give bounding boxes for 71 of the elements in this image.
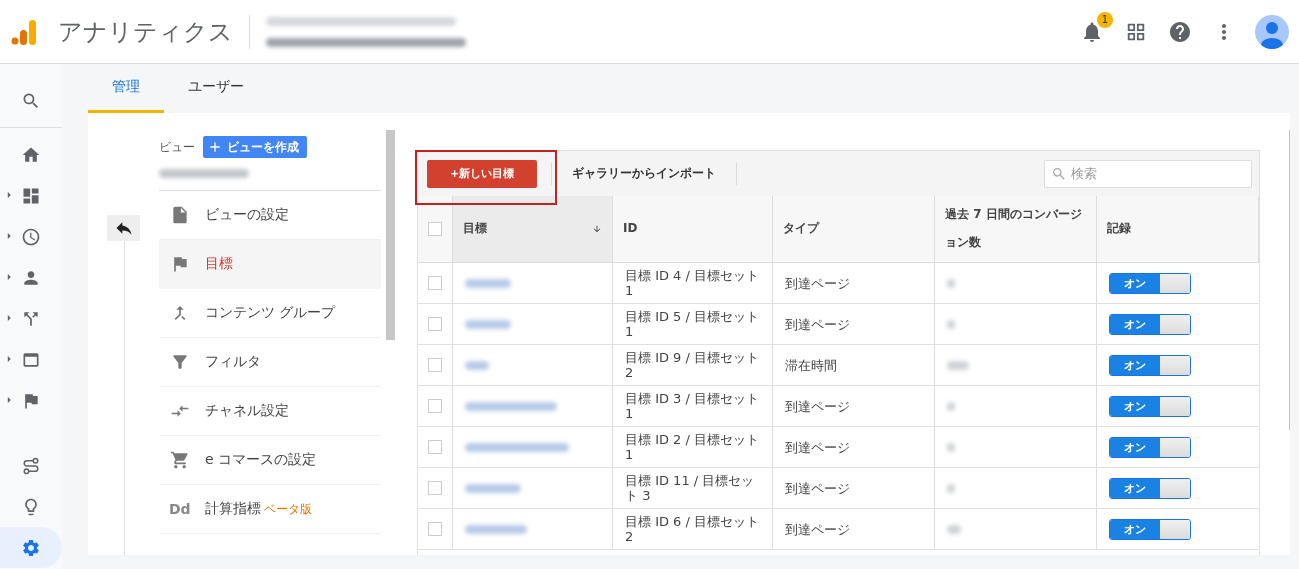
column-header[interactable]: 記録 — [1097, 196, 1259, 263]
blurred-goal-link[interactable] — [465, 483, 521, 493]
goal-type: 到達ページ — [785, 480, 850, 496]
settings-menu-item[interactable]: e コマースの設定 — [159, 436, 381, 485]
row-checkbox[interactable] — [428, 399, 442, 413]
goal-type: 滞在時間 — [785, 357, 837, 373]
recording-toggle[interactable]: オン — [1109, 477, 1191, 499]
select-all-checkbox[interactable] — [428, 222, 442, 236]
goal-id: 目標 ID 9 / 目標セット 2 — [625, 350, 760, 380]
row-checkbox[interactable] — [428, 481, 442, 495]
dd-glyph: Dd — [169, 501, 191, 517]
recording-toggle[interactable]: オン — [1109, 518, 1191, 540]
blurred-conversion-count — [947, 524, 961, 534]
search-icon — [1051, 165, 1067, 182]
goal-id: 目標 ID 5 / 目標セット 1 — [625, 309, 760, 339]
blurred-goal-link[interactable] — [465, 319, 511, 329]
row-checkbox[interactable] — [428, 317, 442, 331]
blurred-conversion-count — [947, 360, 969, 370]
blurred-goal-link[interactable] — [465, 401, 557, 411]
row-checkbox[interactable] — [428, 358, 442, 372]
settings-menu-item[interactable]: コンテンツ グループ — [159, 289, 381, 338]
blurred-conversion-count — [947, 483, 955, 493]
row-checkbox[interactable] — [428, 522, 442, 536]
scrollbar[interactable] — [386, 130, 395, 340]
blurred-goal-link[interactable] — [465, 278, 511, 288]
settings-menu-item[interactable]: チャネル設定 — [159, 387, 381, 436]
goal-id: 目標 ID 11 / 目標セット 3 — [625, 473, 756, 503]
settings-menu-item[interactable]: 目標 — [159, 240, 381, 289]
blurred-conversion-count — [947, 319, 955, 329]
goal-type: 到達ページ — [785, 275, 850, 291]
settings-menu-item[interactable]: Dd 計算指標 ベータ版 — [159, 485, 381, 534]
recording-toggle[interactable]: オン — [1109, 354, 1191, 376]
goal-id: 目標 ID 2 / 目標セット 1 — [625, 432, 760, 462]
new-goal-button[interactable]: +新しい目標 — [427, 159, 537, 188]
settings-menu-item[interactable]: フィルタ — [159, 338, 381, 387]
column-header[interactable]: ID — [613, 196, 773, 263]
blurred-conversion-count — [947, 442, 955, 452]
blurred-goal-link[interactable] — [465, 442, 569, 452]
goal-id: 目標 ID 4 / 目標セット 1 — [625, 268, 760, 298]
goal-type: 到達ページ — [785, 439, 850, 455]
avatar-icon[interactable] — [1255, 14, 1289, 49]
column-header[interactable]: 目標 — [453, 196, 613, 263]
create-view-button[interactable]: ビューを作成 — [203, 136, 307, 158]
analytics-logo-icon — [10, 17, 38, 46]
blurred-conversion-count — [947, 278, 955, 288]
view-label: ビュー — [159, 138, 195, 156]
blurred-goal-link[interactable] — [465, 360, 489, 370]
goal-type: 到達ページ — [785, 316, 850, 332]
goal-type: 到達ページ — [785, 398, 850, 414]
goal-type: 到達ページ — [785, 521, 850, 537]
plus-icon — [207, 139, 223, 155]
column-header[interactable]: タイプ — [773, 196, 935, 263]
row-checkbox[interactable] — [428, 440, 442, 454]
recording-toggle[interactable]: オン — [1109, 436, 1191, 458]
app-title: アナリティクス — [58, 16, 233, 48]
goal-id: 目標 ID 6 / 目標セット 2 — [625, 514, 760, 544]
blurred-conversion-count — [947, 401, 955, 411]
blurred-goal-link[interactable] — [465, 524, 527, 534]
recording-toggle[interactable]: オン — [1109, 272, 1191, 294]
blurred-account-selector[interactable] — [266, 16, 466, 47]
recording-toggle[interactable]: オン — [1109, 313, 1191, 335]
column-header[interactable]: 過去 7 日間のコンバージョン数 — [935, 196, 1097, 263]
settings-icon[interactable] — [0, 527, 62, 568]
tab[interactable]: ユーザー — [164, 64, 268, 113]
recording-toggle[interactable]: オン — [1109, 395, 1191, 417]
import-from-gallery-button[interactable]: ギャラリーからインポート — [566, 165, 722, 182]
row-checkbox[interactable] — [428, 276, 442, 290]
search-field[interactable]: 検索 — [1044, 159, 1252, 188]
back-arrow-button[interactable] — [107, 215, 140, 241]
goal-id: 目標 ID 3 / 目標セット 1 — [625, 391, 760, 421]
notification-badge: 1 — [1097, 11, 1113, 28]
